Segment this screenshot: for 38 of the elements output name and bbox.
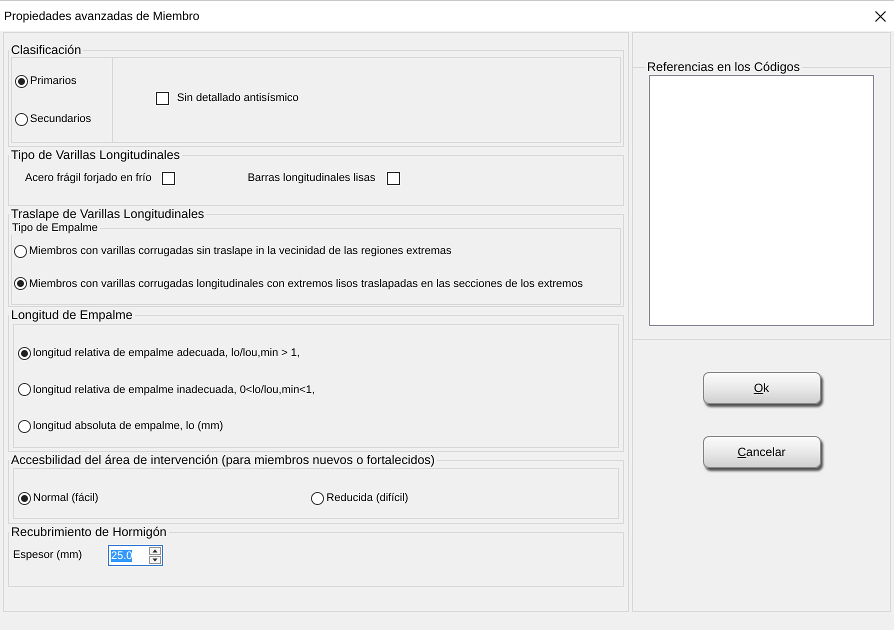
radio-button[interactable]	[14, 277, 27, 290]
radio-button[interactable]	[311, 492, 324, 505]
radio-label[interactable]: longitud relativa de empalme inadecuada, 0<lo/lou,min<1,	[33, 382, 315, 398]
dialog-button[interactable]: Cancelar	[702, 436, 820, 468]
dialog-button[interactable]: Ok	[702, 372, 820, 404]
checkbox[interactable]	[162, 172, 175, 185]
field-label: Espesor (mm)	[13, 548, 84, 564]
checkbox[interactable]	[387, 172, 400, 185]
group-title: Referencias en los Códigos	[646, 60, 801, 74]
radio-button[interactable]	[18, 492, 31, 505]
group-title: Tipo de Empalme	[11, 221, 99, 235]
radio-label[interactable]: Reducida (difícil)	[326, 490, 408, 507]
group-title: Longitud de Empalme	[10, 308, 134, 322]
group-title: Accesbilidad del área de intervención (para miembros nuevos o fortalecidos)	[10, 453, 436, 467]
radio-label[interactable]: Normal (fácil)	[33, 490, 98, 507]
radio-label[interactable]: longitud absoluta de empalme, lo (mm)	[33, 418, 224, 435]
group-title: Clasificación	[10, 43, 82, 57]
radio-button[interactable]	[18, 346, 31, 360]
close-icon[interactable]	[875, 10, 886, 22]
checkbox[interactable]	[156, 92, 169, 104]
checkbox-label: Acero frágil forjado en frío	[25, 171, 152, 186]
radio-label[interactable]: longitud relativa de empalme adecuada, lo/lou,min > 1,	[33, 345, 300, 362]
radio-button[interactable]	[14, 244, 27, 258]
radio-button[interactable]	[15, 112, 28, 126]
group-title: Traslape de Varillas Longitudinales	[10, 207, 206, 221]
radio-label[interactable]: Secundarios	[30, 110, 92, 128]
window-title: Propiedades avanzadas de Miembro	[4, 8, 200, 25]
radio-button[interactable]	[15, 74, 28, 88]
radio-label[interactable]: Miembros con varillas corrugadas longitudinales con extremos lisos traslapadas en las secciones de los extremos	[29, 276, 583, 292]
group-title: Tipo de Varillas Longitudinales	[10, 148, 181, 162]
checkbox-label: Sin detallado antisísmico	[177, 90, 299, 106]
group-title: Recubrimiento de Hormigón	[10, 525, 168, 539]
radio-label[interactable]: Miembros con varillas corrugadas sin traslape in la vecinidad de las regiones extremas	[29, 243, 452, 260]
radio-button[interactable]	[18, 383, 31, 396]
radio-label[interactable]: Primarios	[30, 72, 76, 90]
field-value: 25.0	[111, 550, 132, 562]
checkbox-label: Barras longitudinales lisas	[248, 171, 376, 186]
radio-button[interactable]	[18, 420, 31, 434]
